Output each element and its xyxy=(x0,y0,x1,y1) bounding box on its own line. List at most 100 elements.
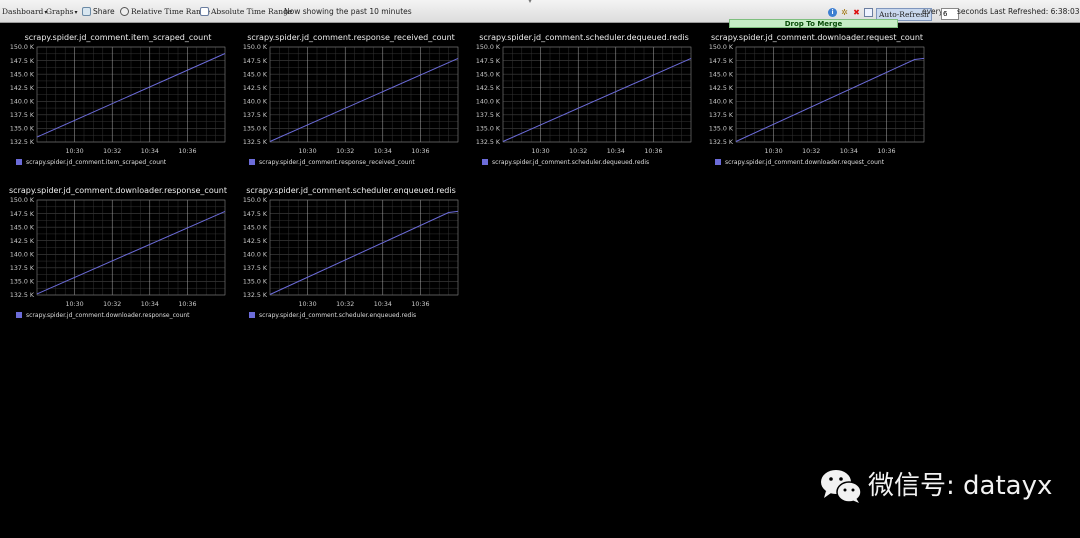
share-button[interactable]: Share xyxy=(82,6,115,18)
y-tick-label: 142.5 K xyxy=(10,238,35,245)
y-tick-label: 145.0 K xyxy=(10,71,35,78)
relative-time-range-button[interactable]: Relative Time Range xyxy=(120,6,210,18)
drop-to-merge-zone[interactable]: Drop To Merge xyxy=(729,19,898,28)
relative-time-range-label: Relative Time Range xyxy=(131,7,211,16)
legend-swatch xyxy=(715,159,721,165)
y-tick-label: 145.0 K xyxy=(476,71,501,78)
y-tick-label: 147.5 K xyxy=(709,58,734,65)
last-refreshed-status: Last Refreshed: 6:38:03 PM xyxy=(990,7,1080,16)
y-tick-label: 147.5 K xyxy=(10,211,35,218)
watermark-text: 微信号: datayx xyxy=(868,471,1053,501)
x-tick-label: 10:30 xyxy=(66,301,84,308)
y-tick-label: 132.5 K xyxy=(243,292,268,299)
graph-legend: scrapy.spider.jd_comment.item_scraped_co… xyxy=(16,159,166,166)
x-tick-label: 10:34 xyxy=(374,148,392,155)
y-tick-label: 137.5 K xyxy=(243,112,268,119)
x-tick-label: 10:36 xyxy=(411,301,429,308)
x-tick-label: 10:36 xyxy=(877,148,895,155)
y-tick-label: 137.5 K xyxy=(709,112,734,119)
y-tick-label: 145.0 K xyxy=(10,224,35,231)
legend-swatch xyxy=(482,159,488,165)
legend-label: scrapy.spider.jd_comment.downloader.resp… xyxy=(26,312,190,319)
y-tick-label: 140.0 K xyxy=(243,251,268,258)
dashboard-menu-label: Dashboard xyxy=(2,7,44,16)
y-tick-label: 147.5 K xyxy=(243,58,268,65)
y-tick-label: 145.0 K xyxy=(243,71,268,78)
y-tick-label: 145.0 K xyxy=(243,224,268,231)
graph-downloader-response-count[interactable]: scrapy.spider.jd_comment.downloader.resp… xyxy=(8,186,228,326)
x-tick-label: 10:32 xyxy=(802,148,820,155)
y-tick-label: 142.5 K xyxy=(243,238,268,245)
y-tick-label: 150.0 K xyxy=(10,197,35,204)
y-tick-label: 142.5 K xyxy=(476,85,501,92)
graph-scheduler-dequeued-redis[interactable]: scrapy.spider.jd_comment.scheduler.deque… xyxy=(474,33,694,173)
y-tick-label: 135.0 K xyxy=(709,126,734,133)
x-tick-label: 10:34 xyxy=(141,301,159,308)
x-tick-label: 10:36 xyxy=(178,148,196,155)
clock-icon xyxy=(120,7,129,16)
line-chart: 150.0 K 147.5 K 145.0 K 142.5 K 140.0 K 137.5… xyxy=(243,197,459,308)
graph-scheduler-enqueued-redis[interactable]: scrapy.spider.jd_comment.scheduler.enque… xyxy=(241,186,461,326)
graph-response-received-count[interactable]: scrapy.spider.jd_comment.response_receiv… xyxy=(241,33,461,173)
y-tick-label: 137.5 K xyxy=(476,112,501,119)
wechat-logo-icon xyxy=(821,470,862,503)
line-chart: 150.0 K 147.5 K 145.0 K 142.5 K 140.0 K 137.5… xyxy=(709,44,925,155)
y-tick-label: 132.5 K xyxy=(476,139,501,146)
y-tick-label: 147.5 K xyxy=(10,58,35,65)
y-tick-label: 140.0 K xyxy=(10,98,35,105)
y-tick-label: 140.0 K xyxy=(243,98,268,105)
graph-legend: scrapy.spider.jd_comment.scheduler.deque… xyxy=(482,159,649,166)
legend-label: scrapy.spider.jd_comment.downloader.requ… xyxy=(725,159,885,166)
graph-legend: scrapy.spider.jd_comment.downloader.resp… xyxy=(16,312,190,319)
graph-legend: scrapy.spider.jd_comment.downloader.requ… xyxy=(715,159,884,166)
close-icon[interactable]: ✖ xyxy=(852,8,861,17)
x-tick-label: 10:34 xyxy=(840,148,858,155)
y-tick-label: 142.5 K xyxy=(709,85,734,92)
x-tick-label: 10:32 xyxy=(103,301,121,308)
resize-grip[interactable]: ▾ xyxy=(526,0,534,5)
y-tick-label: 137.5 K xyxy=(10,265,35,272)
y-tick-label: 147.5 K xyxy=(243,211,268,218)
calendar-icon xyxy=(200,7,209,16)
y-tick-label: 150.0 K xyxy=(476,44,501,51)
y-tick-label: 140.0 K xyxy=(709,98,734,105)
x-tick-label: 10:36 xyxy=(178,301,196,308)
y-tick-label: 140.0 K xyxy=(10,251,35,258)
x-tick-label: 10:34 xyxy=(607,148,625,155)
graph-legend: scrapy.spider.jd_comment.scheduler.enque… xyxy=(249,312,416,319)
y-tick-label: 140.0 K xyxy=(476,98,501,105)
y-tick-label: 135.0 K xyxy=(243,279,268,286)
x-tick-label: 10:34 xyxy=(141,148,159,155)
x-tick-label: 10:34 xyxy=(374,301,392,308)
x-tick-label: 10:36 xyxy=(411,148,429,155)
legend-swatch xyxy=(16,159,22,165)
line-chart: 150.0 K 147.5 K 145.0 K 142.5 K 140.0 K 137.5… xyxy=(243,44,459,155)
y-tick-label: 137.5 K xyxy=(10,112,35,119)
graphs-menu[interactable]: Graphs▾ xyxy=(46,6,78,18)
seconds-label: seconds xyxy=(957,7,988,16)
y-tick-label: 135.0 K xyxy=(476,126,501,133)
x-tick-label: 10:30 xyxy=(765,148,783,155)
x-tick-label: 10:30 xyxy=(532,148,550,155)
y-tick-label: 142.5 K xyxy=(10,85,35,92)
legend-label: scrapy.spider.jd_comment.scheduler.enque… xyxy=(259,312,417,319)
dashboard-menu[interactable]: Dashboard▾ xyxy=(2,6,47,18)
share-icon xyxy=(82,7,91,16)
y-tick-label: 132.5 K xyxy=(709,139,734,146)
absolute-time-range-button[interactable]: Absolute Time Range xyxy=(200,6,292,18)
graph-downloader-request-count[interactable]: scrapy.spider.jd_comment.downloader.requ… xyxy=(707,33,927,173)
x-tick-label: 10:30 xyxy=(299,148,317,155)
graph-item-scraped-count[interactable]: scrapy.spider.jd_comment.item_scraped_co… xyxy=(8,33,228,173)
gear-icon[interactable]: ✲ xyxy=(840,8,849,17)
y-tick-label: 132.5 K xyxy=(243,139,268,146)
graph-legend: scrapy.spider.jd_comment.response_receiv… xyxy=(249,159,415,166)
y-tick-label: 137.5 K xyxy=(243,265,268,272)
y-tick-label: 150.0 K xyxy=(10,44,35,51)
info-icon[interactable]: i xyxy=(828,8,837,17)
y-tick-label: 132.5 K xyxy=(10,139,35,146)
calendar-refresh-icon[interactable] xyxy=(864,8,873,17)
x-tick-label: 10:30 xyxy=(66,148,84,155)
x-tick-label: 10:32 xyxy=(103,148,121,155)
y-tick-label: 145.0 K xyxy=(709,71,734,78)
y-tick-label: 150.0 K xyxy=(709,44,734,51)
